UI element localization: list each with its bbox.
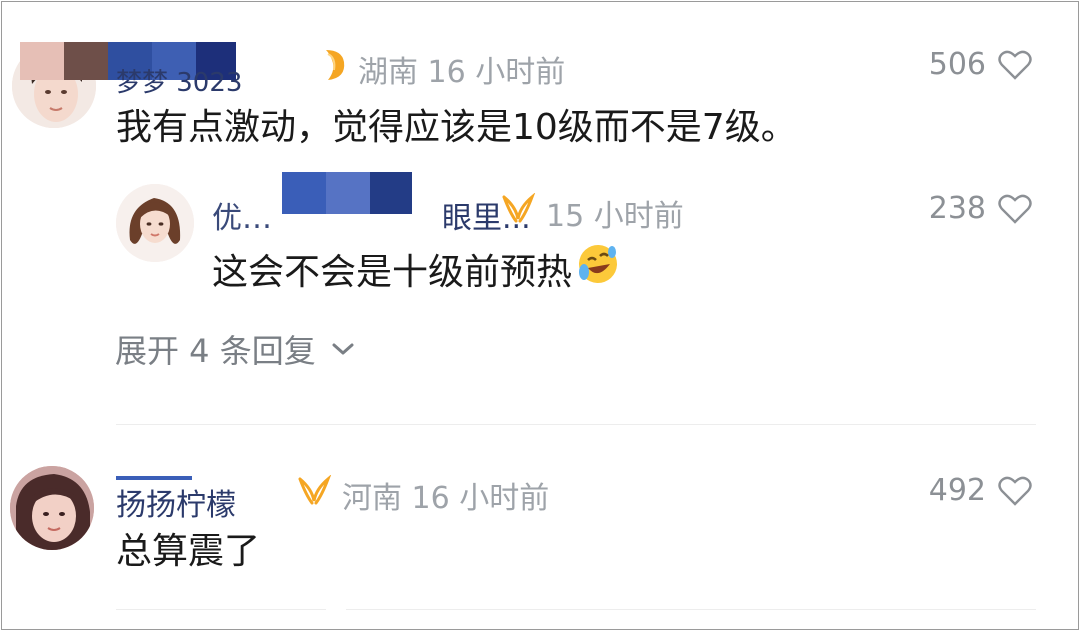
heart-icon[interactable] <box>998 476 1032 506</box>
avatar[interactable] <box>10 466 94 550</box>
comment-meta: 湖南 16 小时前 <box>322 47 565 91</box>
expand-replies-button[interactable]: 展开 4 条回复 <box>115 326 356 372</box>
like-control[interactable]: 238 <box>929 191 1032 226</box>
ribbon-icon <box>296 474 332 515</box>
like-count: 506 <box>928 47 986 82</box>
user-avatar-icon <box>116 184 194 262</box>
avatar[interactable] <box>116 184 194 262</box>
divider <box>116 424 1036 425</box>
medal-icon <box>322 48 348 90</box>
laughing-crying-emoji-icon <box>576 242 620 295</box>
heart-icon[interactable] <box>998 50 1032 80</box>
comment-text: 我有点激动，觉得应该是10级而不是7级。 <box>116 107 797 148</box>
comment-meta: 15 小时前 <box>500 191 684 235</box>
chevron-down-icon <box>332 343 354 355</box>
like-count: 238 <box>928 191 986 226</box>
heart-icon[interactable] <box>998 194 1032 224</box>
comment-meta: 河南 16 小时前 <box>296 473 549 517</box>
username-partial[interactable]: 梦梦 3023 <box>116 62 242 99</box>
expand-replies-label: 展开 4 条回复 <box>115 332 316 370</box>
user-avatar-icon <box>10 466 94 550</box>
username-partial[interactable]: 扬扬柠檬 <box>116 480 236 524</box>
comment-text: 总算震了 <box>116 531 261 572</box>
like-control[interactable]: 492 <box>929 473 1032 508</box>
comment-text: 这会不会是十级前预热 <box>212 242 620 295</box>
username-partial[interactable]: 优… 眼里... <box>212 193 531 237</box>
divider <box>116 609 326 610</box>
like-control[interactable]: 506 <box>929 47 1032 82</box>
post-time: 15 小时前 <box>546 199 684 234</box>
location-time: 河南 16 小时前 <box>342 481 550 516</box>
like-count: 492 <box>928 473 986 508</box>
location-time: 湖南 16 小时前 <box>358 55 566 90</box>
divider <box>346 609 1036 610</box>
ribbon-icon <box>500 192 536 233</box>
